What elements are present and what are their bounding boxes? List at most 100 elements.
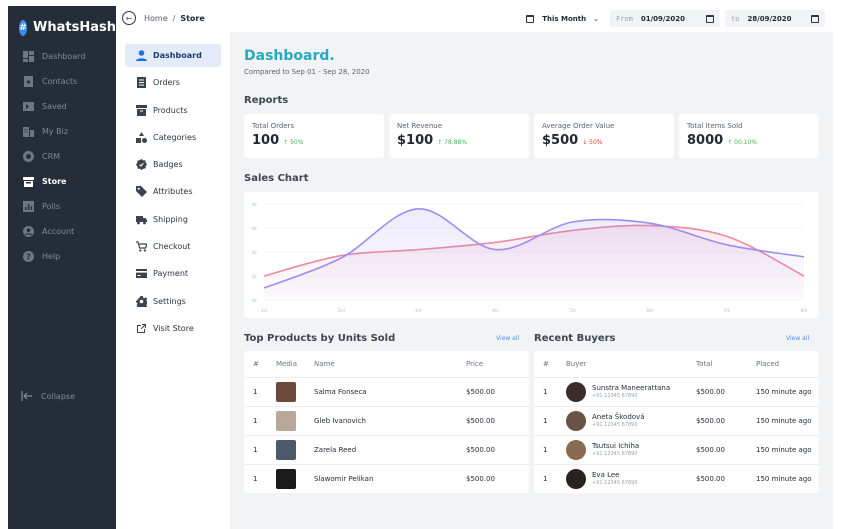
buyer-text: Sunstra Maneerattana +91 12345 67890 bbox=[592, 384, 670, 399]
sidebar-item-label: Dashboard bbox=[42, 52, 86, 61]
rank-cell: 1 bbox=[534, 435, 566, 465]
sidebar-item-contacts[interactable]: Contacts bbox=[8, 69, 116, 94]
sidebar-item-label: Help bbox=[42, 252, 61, 261]
avatar bbox=[566, 439, 586, 460]
report-value: 100 bbox=[252, 133, 280, 148]
placed-time: 150 minute ago bbox=[756, 474, 812, 483]
buyer-info: Sunstra Maneerattana +91 12345 67890 bbox=[566, 381, 696, 402]
x-tick-label: 6th bbox=[646, 308, 653, 313]
sidebar-item-help[interactable]: ? Help bbox=[8, 244, 116, 269]
back-arrow-icon[interactable]: ← bbox=[122, 11, 136, 25]
period-select[interactable]: This Month ⌄ bbox=[520, 10, 605, 27]
subnav-item-orders[interactable]: Orders bbox=[125, 71, 221, 94]
product-price: $500.00 bbox=[466, 406, 529, 436]
buyer-name: Sunstra Maneerattana bbox=[592, 384, 671, 392]
tag-icon bbox=[136, 186, 147, 198]
placed-time: 150 minute ago bbox=[756, 435, 819, 465]
recent-buyers-table: # Buyer Total Placed 1 Sunstra Maneerattana +… bbox=[534, 351, 819, 493]
page-title: Dashboard. bbox=[244, 48, 335, 64]
product-price: $500.00 bbox=[466, 435, 529, 465]
to-date-field[interactable]: to 28/09/2020 bbox=[725, 10, 825, 27]
recent-buyers-view-all-link[interactable]: View all bbox=[786, 335, 809, 342]
store-subnav: Dashboard Orders Products Categories Badges A… bbox=[116, 32, 230, 529]
date-filters: This Month ⌄ From 01/09/2020 to 28/09/20… bbox=[520, 10, 825, 27]
help-icon: ? bbox=[23, 251, 34, 262]
topbar: ← Home / Store This Month ⌄ From 01/09/2… bbox=[116, 6, 833, 32]
y-tick-label: 0k bbox=[252, 298, 258, 303]
products-icon bbox=[136, 104, 147, 116]
reports-title: Reports bbox=[244, 95, 289, 106]
subnav-item-shipping[interactable]: Shipping bbox=[125, 208, 221, 231]
report-card: Total Items Sold 8000 ↑ 00.10% bbox=[679, 114, 819, 158]
media-cell bbox=[276, 464, 314, 493]
report-card: Total Orders 100 ↑ 50% bbox=[244, 114, 384, 158]
subnav-item-dashboard[interactable]: Dashboard bbox=[125, 44, 221, 67]
buyer-name: Eva Lee bbox=[592, 471, 620, 480]
product-name: Gleb Ivanovich bbox=[314, 406, 466, 436]
subnav-item-settings[interactable]: Settings bbox=[125, 290, 221, 313]
subnav-item-categories[interactable]: Categories bbox=[125, 126, 221, 149]
report-value: $500 bbox=[542, 133, 579, 148]
table-row[interactable]: 1 Aneta Škodová +91 12345 67890 $500.00 150 … bbox=[534, 406, 819, 436]
from-label: From bbox=[616, 14, 633, 23]
sidebar-item-my-biz[interactable]: My Biz bbox=[8, 119, 116, 144]
payment-icon bbox=[136, 268, 147, 279]
sidebar-item-crm[interactable]: CRM bbox=[8, 144, 116, 169]
brand[interactable]: # WhatsHash bbox=[8, 6, 116, 40]
top-products-view-all-link[interactable]: View all bbox=[496, 335, 519, 342]
table-row[interactable]: 1 Gleb Ivanovich $500.00 bbox=[244, 406, 529, 436]
report-value-row: $100 ↑ 78.88% bbox=[397, 133, 521, 148]
sidebar-item-store[interactable]: Store bbox=[8, 169, 116, 194]
table-row[interactable]: 1 Zarela Reed $500.00 bbox=[244, 435, 529, 465]
sidebar-item-saved[interactable]: Saved bbox=[8, 94, 116, 119]
column-header: Name bbox=[314, 351, 466, 378]
subnav-item-attributes[interactable]: Attributes bbox=[125, 180, 221, 203]
x-tick-label: 3rd bbox=[415, 308, 422, 313]
sales-chart: 8k 6k 4k 2k 0k 1st 2nd 3rd 4th 5th 6th 7th 8th bbox=[244, 192, 819, 318]
x-tick-label: 2nd bbox=[337, 308, 345, 313]
subnav-item-badges[interactable]: Badges bbox=[125, 153, 221, 176]
report-label: Average Order Value bbox=[542, 122, 615, 130]
brand-logo-icon: # bbox=[19, 19, 28, 36]
account-icon bbox=[23, 226, 34, 237]
sidebar-item-polls[interactable]: Polls bbox=[8, 194, 116, 219]
avatar bbox=[566, 381, 586, 402]
main-content: Dashboard. Compared to Sep 01 - Sep 28, … bbox=[230, 32, 833, 529]
subnav-item-label: Products bbox=[153, 105, 188, 115]
table-row[interactable]: 1 Sunstra Maneerattana +91 12345 67890 $500… bbox=[534, 377, 819, 407]
subnav-item-label: Categories bbox=[153, 132, 197, 142]
subnav-item-label: Settings bbox=[153, 296, 186, 306]
sidebar-item-label: Account bbox=[42, 227, 75, 236]
table-row[interactable]: 1 Tsutsui Ichiha +91 12345 67890 $500.00 150… bbox=[534, 435, 819, 465]
x-tick-label: 4th bbox=[492, 308, 499, 313]
to-calendar-icon[interactable] bbox=[811, 14, 819, 23]
table-row[interactable]: 1 Eva Lee +91 12345 67890 $500.00 150 minute… bbox=[534, 464, 819, 493]
from-date-field[interactable]: From 01/09/2020 bbox=[610, 10, 720, 27]
table-row[interactable]: 1 Salma Fonseca $500.00 bbox=[244, 377, 529, 407]
subnav-item-visit-store[interactable]: Visit Store bbox=[125, 317, 221, 340]
subnav-item-payment[interactable]: Payment bbox=[125, 262, 221, 285]
order-total: $500.00 bbox=[696, 435, 756, 465]
product-name: Slawomir Pelikan bbox=[314, 474, 374, 483]
column-header: Price bbox=[466, 351, 529, 378]
report-label: Total Items Sold bbox=[687, 122, 743, 130]
to-value: 28/09/2020 bbox=[747, 14, 792, 23]
from-calendar-icon[interactable] bbox=[706, 14, 714, 23]
breadcrumb-home[interactable]: Home bbox=[144, 14, 168, 23]
subnav-item-products[interactable]: Products bbox=[125, 99, 221, 122]
buyer-phone: +91 12345 67890 bbox=[592, 393, 638, 399]
sidebar-item-label: Saved bbox=[42, 102, 67, 111]
x-tick-label: 7th bbox=[724, 308, 731, 313]
sidebar-item-dashboard[interactable]: Dashboard bbox=[8, 44, 116, 69]
to-label: to bbox=[731, 14, 740, 23]
collapse-button[interactable]: Collapse bbox=[21, 390, 75, 402]
breadcrumb-current: Store bbox=[180, 13, 205, 23]
subnav-item-checkout[interactable]: Checkout bbox=[125, 235, 221, 258]
column-header: Buyer bbox=[566, 351, 696, 378]
avatar bbox=[566, 468, 586, 489]
top-products-table: # Media Name Price 1 Salma Fonseca $500.00 1 Gl… bbox=[244, 351, 529, 493]
column-header: # bbox=[244, 351, 276, 378]
report-card: Net Revenue $100 ↑ 78.88% bbox=[389, 114, 529, 158]
table-row[interactable]: 1 Slawomir Pelikan $500.00 bbox=[244, 464, 529, 493]
sidebar-item-account[interactable]: Account bbox=[8, 219, 116, 244]
